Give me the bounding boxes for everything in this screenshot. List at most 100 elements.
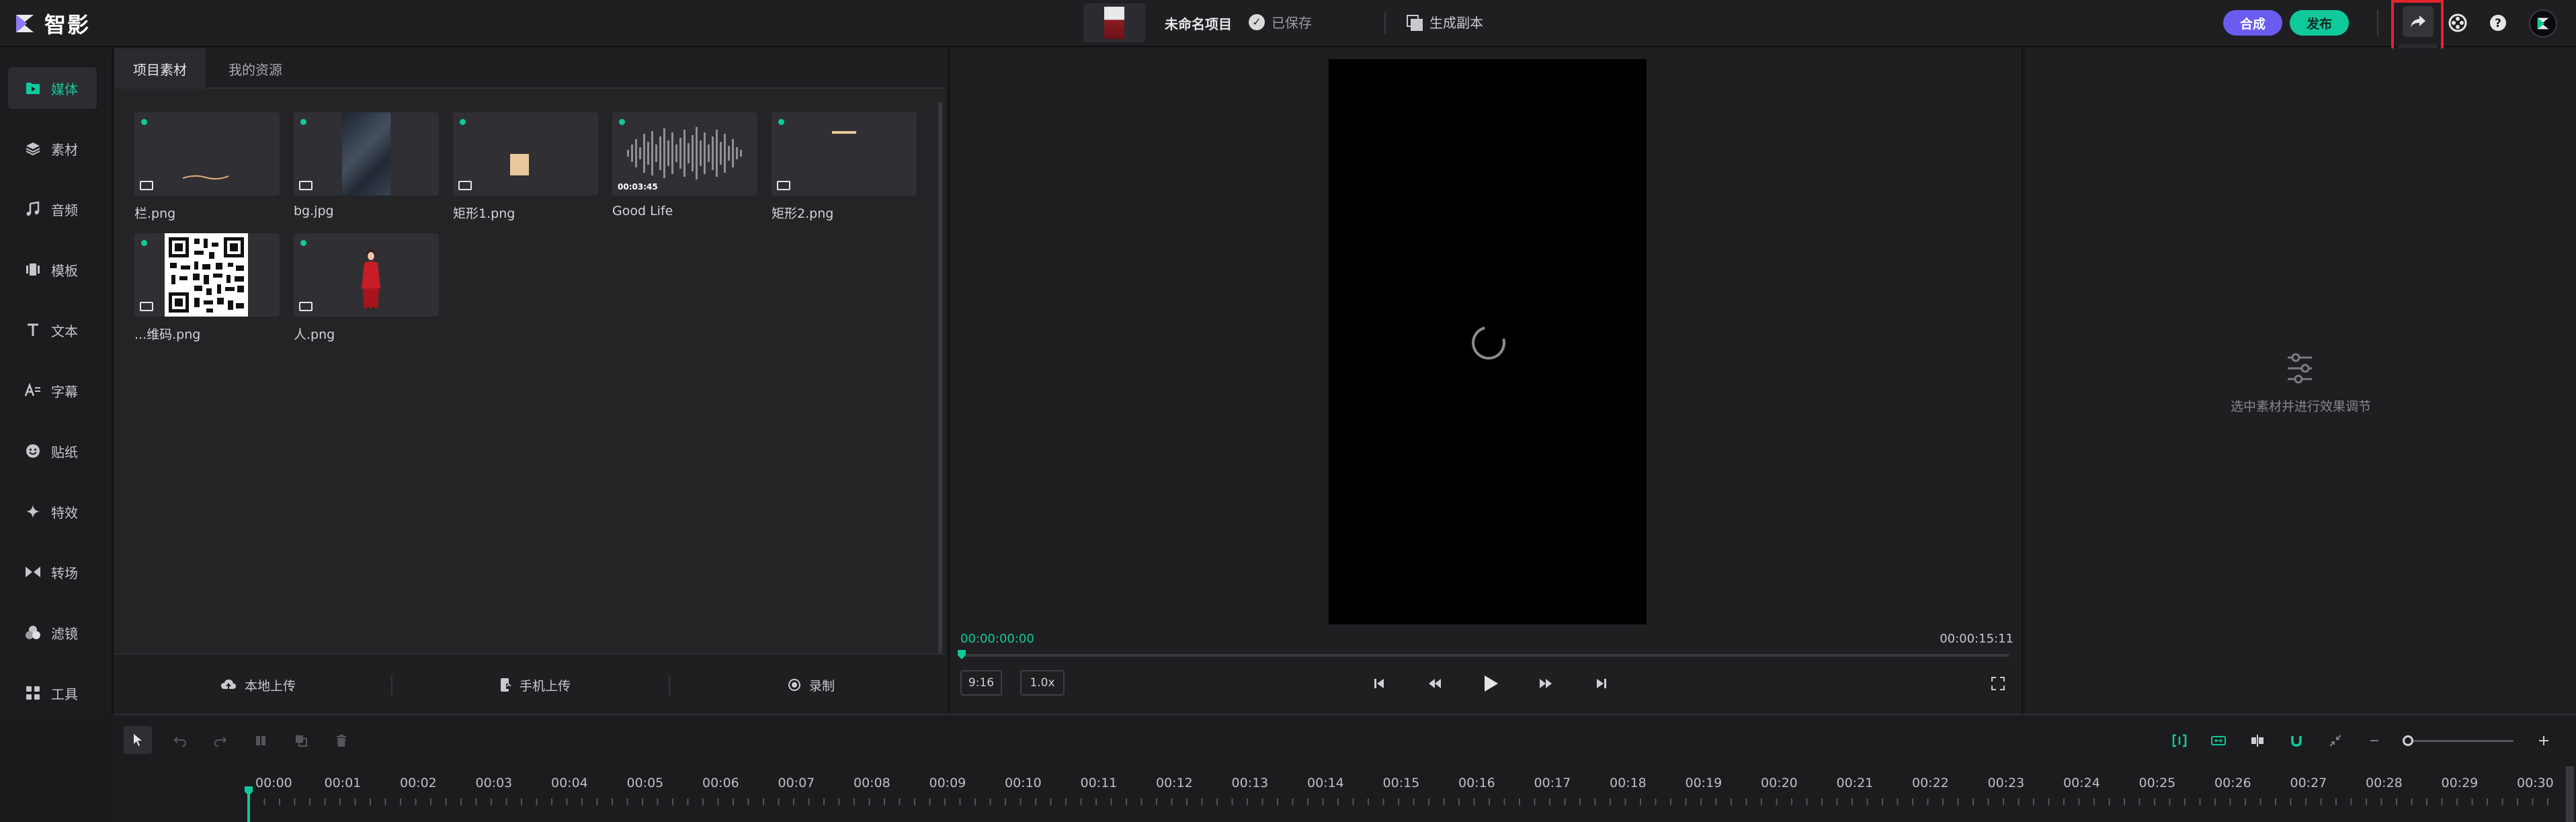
nav-label: 模板 xyxy=(51,262,78,279)
asset-card[interactable]: 矩形1.png xyxy=(453,112,598,222)
align-button[interactable] xyxy=(2245,729,2270,753)
nav-item-filter[interactable]: 滤镜 xyxy=(8,612,97,653)
nav-item-media[interactable]: 媒体 xyxy=(8,67,97,109)
video-canvas[interactable] xyxy=(1329,59,1647,624)
film-reel-button[interactable] xyxy=(2446,11,2469,34)
timeline-tick-label: 00:13 xyxy=(1231,776,1269,790)
fullscreen-icon xyxy=(1991,677,2005,690)
progress-handle[interactable] xyxy=(958,650,966,659)
nav-item-transition[interactable]: 转场 xyxy=(8,551,97,593)
status-dot xyxy=(619,119,625,125)
undo-button[interactable] xyxy=(168,729,192,753)
fullscreen-button[interactable] xyxy=(1987,673,2009,694)
asset-thumbnail xyxy=(294,112,439,196)
asset-card[interactable]: 矩形2.png xyxy=(772,112,917,222)
asset-card[interactable]: ...维码.png xyxy=(134,233,280,343)
fast-forward-button[interactable] xyxy=(1535,673,1556,694)
tab-my-resources[interactable]: 我的资源 xyxy=(210,48,301,89)
timeline-scrollbar[interactable] xyxy=(2566,766,2574,822)
avatar[interactable] xyxy=(2529,9,2557,38)
project-title[interactable]: 未命名项目 xyxy=(1165,13,1232,33)
nav-label: 素材 xyxy=(51,141,78,158)
skip-start-button[interactable] xyxy=(1368,673,1390,694)
select-tool-button[interactable] xyxy=(124,726,152,754)
local-upload-button[interactable]: 本地上传 xyxy=(220,655,296,715)
timeline-tick-label: 00:15 xyxy=(1382,776,1420,790)
help-button[interactable]: ? xyxy=(2487,11,2509,34)
aspect-ratio-button[interactable]: 9:16 xyxy=(960,670,1002,696)
text-icon xyxy=(24,321,42,339)
timeline-tick-label: 00:16 xyxy=(1458,776,1495,790)
adjust-sliders-icon xyxy=(2288,353,2312,384)
nav-item-text[interactable]: 文本 xyxy=(8,309,97,351)
nav-item-tools[interactable]: 工具 xyxy=(8,672,97,714)
filter-icon xyxy=(24,624,42,641)
ruler-ticks xyxy=(249,798,2561,805)
asset-card[interactable]: 人.png xyxy=(294,233,439,343)
bracket-icon xyxy=(2172,734,2187,747)
media-scrollbar[interactable] xyxy=(938,102,942,653)
split-button[interactable] xyxy=(249,729,273,753)
zoom-slider-handle[interactable] xyxy=(2403,735,2413,746)
phone-upload-button[interactable]: 手机上传 xyxy=(499,655,571,715)
publish-button[interactable]: 发布 xyxy=(2290,10,2349,36)
nav-item-assets[interactable]: 素材 xyxy=(8,128,97,169)
nav-item-effects[interactable]: 特效 xyxy=(8,491,97,532)
record-button[interactable]: 录制 xyxy=(788,655,835,715)
status-dot xyxy=(141,240,147,246)
collapse-button[interactable] xyxy=(2323,729,2348,753)
nav-label: 音频 xyxy=(51,202,78,218)
sticker-icon xyxy=(24,442,42,460)
nav-item-subtitle[interactable]: 字幕 xyxy=(8,370,97,411)
copy-icon xyxy=(1407,14,1423,31)
play-button[interactable] xyxy=(1480,673,1501,694)
zoom-slider-track[interactable] xyxy=(2407,740,2513,742)
nav-item-audio[interactable]: 音频 xyxy=(8,188,97,230)
timeline-tick-label: 00:02 xyxy=(400,776,437,790)
skip-end-button[interactable] xyxy=(1591,673,1612,694)
rewind-button[interactable] xyxy=(1424,673,1446,694)
generate-copy-button[interactable]: 生成副本 xyxy=(1407,12,1483,32)
project-thumbnail[interactable] xyxy=(1083,3,1145,42)
speed-button[interactable]: 1.0x xyxy=(1020,670,1065,696)
divider xyxy=(2377,10,2378,36)
app-logo[interactable]: 智影 xyxy=(13,7,90,40)
properties-panel: 选中素材并进行效果调节 xyxy=(2026,48,2576,714)
zoom-out-button[interactable] xyxy=(2362,729,2386,753)
magnet-button[interactable] xyxy=(2284,729,2309,753)
image-type-icon xyxy=(299,302,313,311)
timeline-tick-label: 00:28 xyxy=(2366,776,2403,790)
undo-icon xyxy=(173,737,187,747)
tab-project-assets[interactable]: 项目素材 xyxy=(114,48,206,89)
asset-card[interactable]: 00:03:45 Good Life xyxy=(612,112,757,218)
nav-item-sticker[interactable]: 贴纸 xyxy=(8,430,97,472)
nav-item-template[interactable]: 模板 xyxy=(8,249,97,290)
avatar-logo-icon xyxy=(2537,17,2549,30)
asset-card[interactable]: 栏.png xyxy=(134,112,280,222)
asset-thumbnail xyxy=(453,112,598,196)
compose-button[interactable]: 合成 xyxy=(2223,10,2282,36)
playhead[interactable] xyxy=(247,793,250,822)
fit-button[interactable] xyxy=(2206,729,2231,753)
sparkle-icon xyxy=(24,503,42,520)
snap-button[interactable] xyxy=(2167,729,2192,753)
zoom-in-button[interactable] xyxy=(2532,729,2556,753)
redo-button[interactable] xyxy=(208,729,233,753)
delete-button[interactable] xyxy=(329,729,354,753)
nav-label: 滤镜 xyxy=(51,625,78,642)
progress-track[interactable] xyxy=(960,654,2009,657)
audio-duration: 00:03:45 xyxy=(618,182,658,192)
timeline-ruler[interactable]: 00:00 00:01 00:02 00:03 00:04 00:05 00:06 00:07… xyxy=(114,766,2576,822)
status-dot xyxy=(141,119,147,125)
copy-button[interactable] xyxy=(289,729,313,753)
current-time: 00:00:00:00 xyxy=(960,632,1034,646)
check-circle-icon: ✓ xyxy=(1249,13,1265,30)
timeline-tick-label: 00:26 xyxy=(2214,776,2251,790)
transition-icon xyxy=(24,563,42,581)
asset-name: Good Life xyxy=(612,204,673,218)
image-type-icon xyxy=(140,181,153,190)
upload-bar: 本地上传 手机上传 录制 xyxy=(114,653,946,714)
image-type-icon xyxy=(777,181,790,190)
asset-card[interactable]: bg.jpg xyxy=(294,112,439,218)
timeline-tick-label: 00:01 xyxy=(324,776,362,790)
